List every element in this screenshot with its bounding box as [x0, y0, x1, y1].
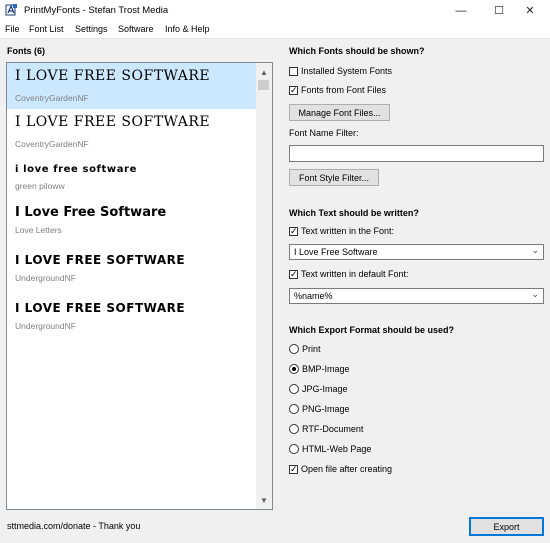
app-icon — [5, 4, 17, 16]
which-text-heading: Which Text should be written? — [289, 208, 419, 218]
radio-button[interactable] — [289, 364, 299, 374]
radio-label: RTF-Document — [302, 424, 364, 434]
radio-label: HTML-Web Page — [302, 444, 372, 454]
font-name: CoventryGardenNF — [15, 139, 89, 149]
checkbox-label: Open file after creating — [301, 464, 393, 474]
checkbox-box[interactable] — [289, 463, 298, 475]
font-name-filter-label: Font Name Filter: — [289, 128, 359, 138]
list-item[interactable]: I Love Free Software Love Letters — [7, 201, 263, 247]
which-fonts-heading: Which Fonts should be shown? — [289, 46, 425, 56]
font-style-filter-button[interactable]: Font Style Filter... — [289, 169, 379, 186]
font-sample: I LOVE FREE SOFTWARE — [15, 68, 211, 84]
scroll-thumb[interactable] — [258, 80, 269, 90]
radio-button[interactable] — [289, 384, 299, 394]
font-name-filter-input[interactable] — [289, 145, 544, 162]
export-option-jpg[interactable]: JPG-Image — [289, 384, 348, 394]
checkbox-label: Text written in the Font: — [301, 226, 395, 236]
installed-fonts-checkbox[interactable]: Installed System Fonts — [289, 66, 392, 76]
checkbox-box[interactable] — [289, 225, 298, 237]
manage-font-files-button[interactable]: Manage Font Files... — [289, 104, 390, 121]
radio-button[interactable] — [289, 424, 299, 434]
list-item[interactable]: I LOVE FREE SOFTWARE UndergroundNF — [7, 249, 263, 295]
radio-button[interactable] — [289, 344, 299, 354]
menu-software[interactable]: Software — [118, 24, 154, 34]
text-in-font-select[interactable]: I Love Free Software ⌄ — [289, 244, 544, 260]
list-item[interactable]: i love free software green piloww — [7, 156, 263, 202]
font-name: Love Letters — [15, 225, 62, 235]
checkbox-label: Installed System Fonts — [301, 66, 393, 76]
scroll-up-icon[interactable]: ▲ — [256, 65, 272, 79]
fonts-header: Fonts (6) — [7, 46, 45, 56]
chevron-down-icon[interactable]: ⌄ — [531, 245, 539, 256]
window-title: PrintMyFonts - Stefan Trost Media — [24, 5, 169, 16]
list-item[interactable]: I LOVE FREE SOFTWARE UndergroundNF — [7, 297, 263, 343]
font-sample: I Love Free Software — [15, 205, 167, 220]
minimize-button[interactable]: — — [441, 0, 481, 21]
checkbox-box[interactable] — [289, 84, 298, 96]
menu-font-list[interactable]: Font List — [29, 24, 64, 34]
text-in-font-checkbox[interactable]: Text written in the Font: — [289, 225, 395, 237]
fonts-list[interactable]: I LOVE FREE SOFTWARE CoventryGardenNF I … — [6, 62, 273, 510]
list-item[interactable]: I LOVE FREE SOFTWARE CoventryGardenNF — [7, 63, 263, 109]
list-scrollbar[interactable]: ▲ ▼ — [256, 63, 272, 509]
text-in-default-select[interactable]: %name% ⌄ — [289, 288, 544, 304]
text-in-default-checkbox[interactable]: Text written in default Font: — [289, 268, 409, 280]
select-value: I Love Free Software — [294, 247, 378, 257]
export-option-bmp[interactable]: BMP-Image — [289, 364, 350, 374]
radio-label: JPG-Image — [302, 384, 348, 394]
font-name: UndergroundNF — [15, 273, 76, 283]
font-name: UndergroundNF — [15, 321, 76, 331]
export-option-html[interactable]: HTML-Web Page — [289, 444, 371, 454]
export-heading: Which Export Format should be used? — [289, 325, 455, 335]
menu-settings[interactable]: Settings — [75, 24, 108, 34]
export-option-png[interactable]: PNG-Image — [289, 404, 350, 414]
font-sample: I LOVE FREE SOFTWARE — [15, 301, 186, 315]
font-sample: I LOVE FREE SOFTWARE — [15, 114, 211, 130]
open-after-creating-checkbox[interactable]: Open file after creating — [289, 463, 393, 475]
font-name: green piloww — [15, 181, 65, 191]
title-bar: PrintMyFonts - Stefan Trost Media — ☐ ✕ — [0, 0, 550, 21]
list-item[interactable]: I LOVE FREE SOFTWARE CoventryGardenNF — [7, 109, 263, 155]
menu-info-help[interactable]: Info & Help — [165, 24, 210, 34]
menu-file[interactable]: File — [5, 24, 20, 34]
font-sample: I LOVE FREE SOFTWARE — [15, 253, 186, 267]
checkbox-box[interactable] — [289, 268, 298, 280]
checkbox-label: Text written in default Font: — [301, 269, 409, 279]
export-option-print[interactable]: Print — [289, 344, 321, 354]
export-option-rtf[interactable]: RTF-Document — [289, 424, 363, 434]
close-button[interactable]: ✕ — [510, 0, 550, 21]
menu-bar: File Font List Settings Software Info & … — [0, 21, 550, 39]
font-files-checkbox[interactable]: Fonts from Font Files — [289, 84, 387, 96]
status-text[interactable]: sttmedia.com/donate - Thank you — [7, 521, 140, 531]
radio-label: Print — [302, 344, 321, 354]
font-sample: i love free software — [15, 164, 137, 175]
scroll-down-icon[interactable]: ▼ — [256, 493, 272, 507]
checkbox-label: Fonts from Font Files — [301, 85, 387, 95]
font-name: CoventryGardenNF — [15, 93, 89, 103]
export-button[interactable]: Export — [469, 517, 544, 536]
radio-label: BMP-Image — [302, 364, 350, 374]
radio-button[interactable] — [289, 404, 299, 414]
radio-button[interactable] — [289, 444, 299, 454]
select-value: %name% — [294, 291, 333, 301]
checkbox-box[interactable] — [289, 66, 298, 76]
radio-label: PNG-Image — [302, 404, 350, 414]
chevron-down-icon[interactable]: ⌄ — [531, 289, 539, 300]
